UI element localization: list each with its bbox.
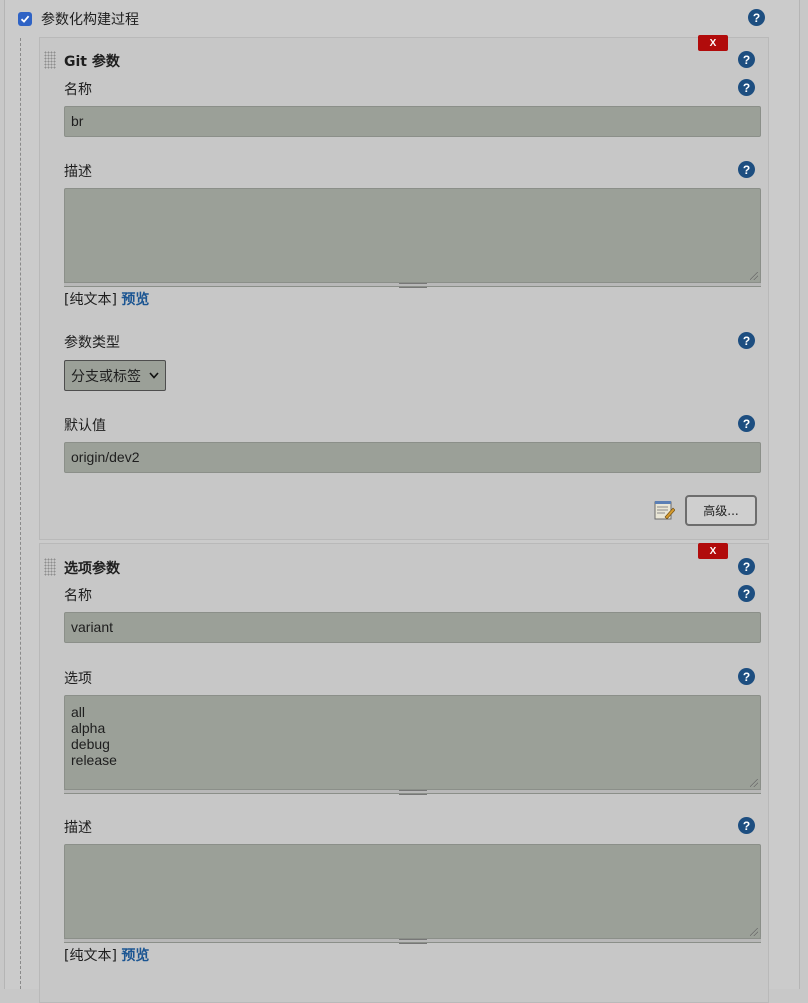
chevron-down-icon — [149, 372, 159, 379]
plain-text-label: [纯文本] — [64, 292, 117, 308]
name-input[interactable]: variant — [64, 612, 761, 643]
textarea-expand-bar[interactable] — [64, 282, 761, 288]
parameter-type-select[interactable]: 分支或标签 — [64, 360, 166, 391]
help-icon[interactable]: ? — [738, 79, 755, 96]
help-icon[interactable]: ? — [738, 161, 755, 178]
help-icon[interactable]: ? — [738, 415, 755, 432]
drag-handle-icon[interactable] — [44, 558, 56, 576]
parameterized-build-row: 参数化构建过程 — [18, 9, 139, 29]
parameter-type-label: 参数类型 — [64, 335, 120, 351]
checkmark-icon — [20, 15, 30, 23]
help-icon[interactable]: ? — [738, 332, 755, 349]
choice-parameter-title: 选项参数 — [64, 561, 120, 577]
plain-text-label: [纯文本] — [64, 948, 117, 964]
format-row: [纯文本] 预览 — [64, 289, 149, 309]
parameterized-build-label: 参数化构建过程 — [41, 12, 139, 28]
help-icon[interactable]: ? — [738, 558, 755, 575]
help-icon[interactable]: ? — [748, 9, 765, 26]
advanced-button[interactable]: 高级... — [685, 495, 757, 526]
name-input[interactable]: br — [64, 106, 761, 137]
drag-handle-icon[interactable] — [44, 51, 56, 69]
choices-label: 选项 — [64, 671, 92, 687]
notepad-icon[interactable] — [653, 499, 675, 521]
description-textarea[interactable] — [64, 188, 761, 283]
name-label: 名称 — [64, 588, 92, 604]
description-textarea[interactable] — [64, 844, 761, 939]
help-icon[interactable]: ? — [738, 51, 755, 68]
resize-grip-icon[interactable] — [750, 928, 758, 936]
default-value-input[interactable]: origin/dev2 — [64, 442, 761, 473]
name-label: 名称 — [64, 82, 92, 98]
description-label: 描述 — [64, 820, 92, 836]
textarea-expand-bar[interactable] — [64, 789, 761, 795]
help-icon[interactable]: ? — [738, 668, 755, 685]
preview-link[interactable]: 预览 — [121, 292, 149, 308]
delete-git-parameter-button[interactable]: X — [698, 35, 728, 51]
nesting-guide — [20, 38, 21, 989]
git-parameter-title: Git 参数 — [64, 54, 120, 70]
format-row: [纯文本] 预览 — [64, 945, 149, 965]
help-icon[interactable]: ? — [738, 585, 755, 602]
resize-grip-icon[interactable] — [750, 779, 758, 787]
parameterized-build-checkbox[interactable] — [18, 12, 32, 26]
preview-link[interactable]: 预览 — [121, 948, 149, 964]
resize-grip-icon[interactable] — [750, 272, 758, 280]
parameter-type-value: 分支或标签 — [71, 368, 141, 385]
textarea-expand-bar[interactable] — [64, 938, 761, 944]
delete-choice-parameter-button[interactable]: X — [698, 543, 728, 559]
default-value-label: 默认值 — [64, 418, 106, 434]
choices-textarea[interactable]: all alpha debug release — [64, 695, 761, 790]
description-label: 描述 — [64, 164, 92, 180]
help-icon[interactable]: ? — [738, 817, 755, 834]
